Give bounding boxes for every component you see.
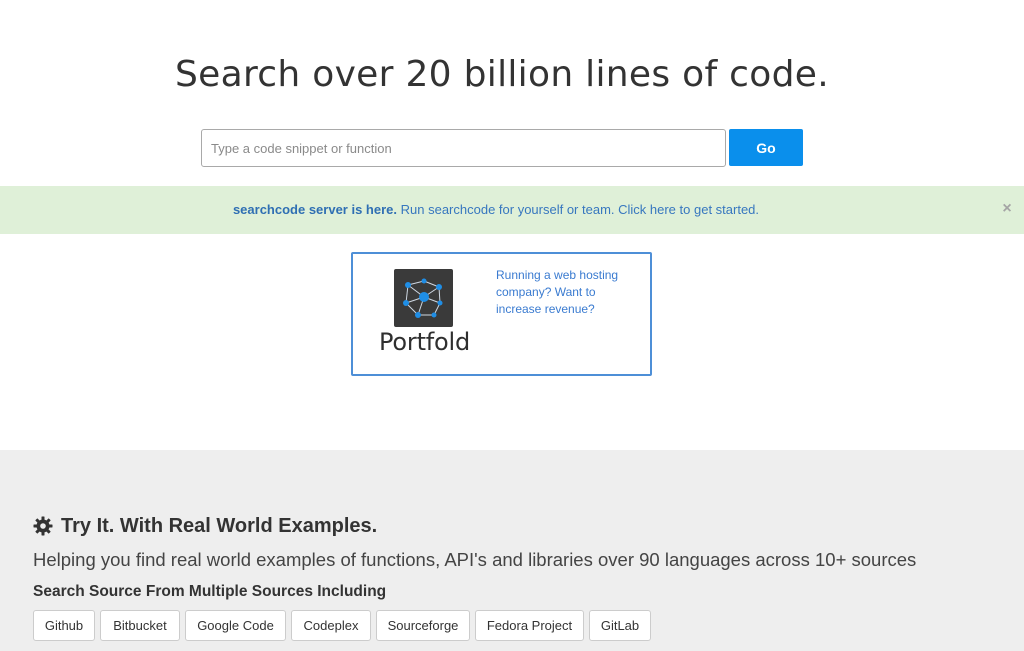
source-button-fedora-project[interactable]: Fedora Project (475, 610, 584, 641)
announcement-strong[interactable]: searchcode server is here. (233, 202, 397, 217)
source-button-google-code[interactable]: Google Code (185, 610, 286, 641)
sponsor-ad[interactable]: Portfold Running a web hosting company? … (351, 252, 652, 376)
sources-title: Search Source From Multiple Sources Incl… (33, 583, 387, 600)
source-button-sourceforge[interactable]: Sourceforge (376, 610, 470, 641)
sponsor-logo-text: Portfold (379, 328, 471, 356)
announcement-banner[interactable]: searchcode server is here. Run searchcod… (0, 186, 1024, 234)
source-button-bitbucket[interactable]: Bitbucket (100, 610, 180, 641)
network-graph-svg (403, 278, 443, 318)
close-icon[interactable]: × (998, 199, 1016, 219)
search-form: Go (201, 129, 803, 167)
gear-icon (33, 516, 53, 536)
source-button-codeplex[interactable]: Codeplex (291, 610, 371, 641)
source-button-gitlab[interactable]: GitLab (589, 610, 651, 641)
announcement-text[interactable]: searchcode server is here. Run searchcod… (0, 202, 992, 217)
examples-section: Try It. With Real World Examples. Helpin… (0, 450, 1024, 651)
examples-heading-text: Try It. With Real World Examples. (61, 514, 378, 537)
announcement-link-text[interactable]: Run searchcode for yourself or team. Cli… (397, 202, 759, 217)
examples-subheading: Helping you find real world examples of … (33, 549, 917, 570)
examples-heading: Try It. With Real World Examples. (33, 514, 377, 538)
hero-section: Search over 20 billion lines of code. Go (0, 0, 1024, 186)
network-graph-icon (394, 269, 453, 327)
page-title: Search over 20 billion lines of code. (175, 54, 829, 95)
go-button[interactable]: Go (729, 129, 803, 166)
source-button-github[interactable]: Github (33, 610, 95, 641)
search-input[interactable] (201, 129, 726, 167)
sponsor-copy[interactable]: Running a web hosting company? Want to i… (496, 267, 641, 318)
